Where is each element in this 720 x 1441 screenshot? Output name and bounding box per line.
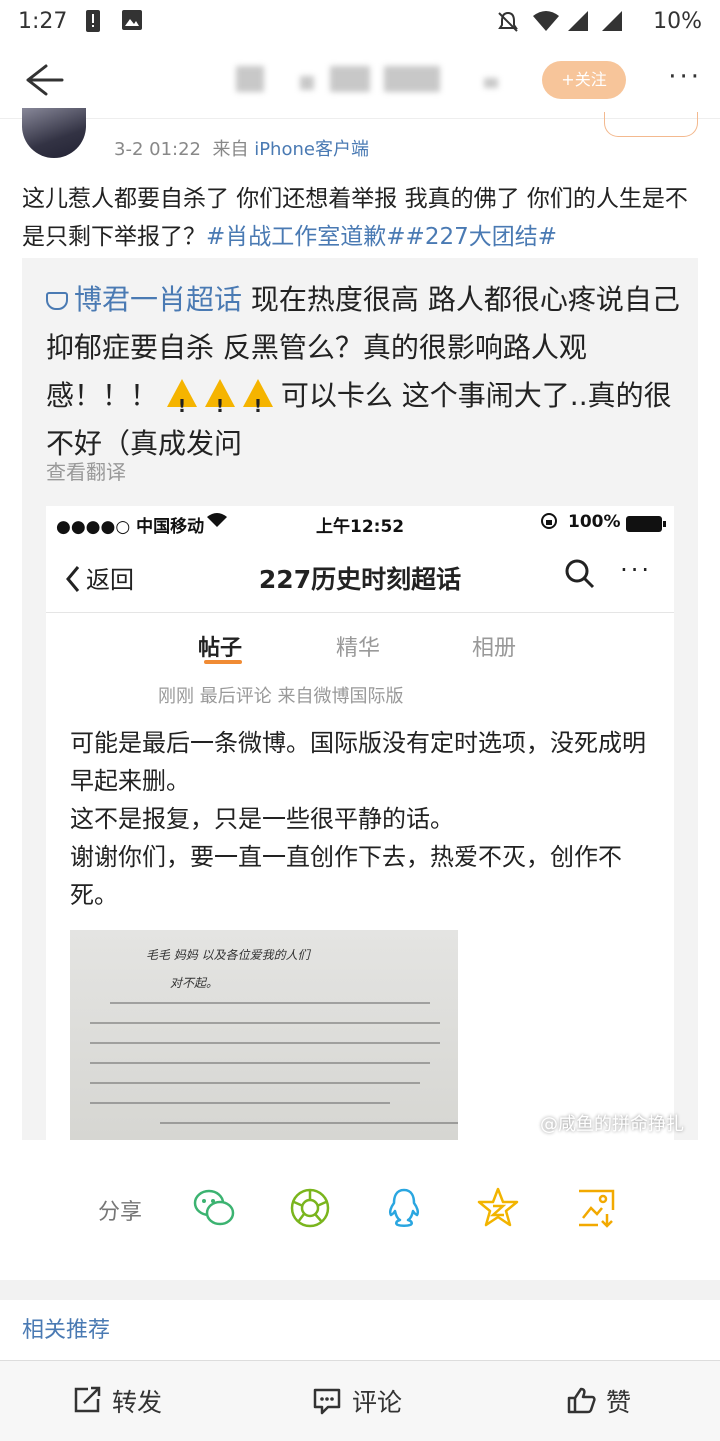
view-translation-link[interactable]: 查看翻译 <box>46 456 126 485</box>
back-arrow-icon[interactable] <box>16 54 68 106</box>
embedded-time: 上午12:52 <box>316 517 405 537</box>
blurred-username-part <box>384 66 440 92</box>
author-row: 3-2 01:22 来自 iPhone客户端 <box>0 108 720 174</box>
follow-button[interactable]: +关注 <box>542 61 626 99</box>
handwriting-line <box>90 1062 430 1064</box>
warning-icon <box>204 379 235 431</box>
embedded-battery-icon <box>626 516 666 537</box>
blurred-username-part <box>484 78 498 88</box>
tab-posts[interactable]: 帖子 <box>198 630 242 662</box>
comment-icon <box>313 1388 341 1415</box>
share-row: 分享 <box>0 1180 720 1244</box>
status-bar: 1:27 10% <box>0 0 720 44</box>
avatar[interactable] <box>22 108 86 158</box>
like-button[interactable]: 赞 <box>566 1383 631 1419</box>
repost-text: 博君一肖超话 现在热度很高 路人都很心疼说自己抑郁症要自杀 反黑管么？真的很影响… <box>46 276 686 468</box>
signal-icon <box>566 10 590 37</box>
top-nav-bar: +关注 ··· <box>0 44 720 119</box>
post-client[interactable]: iPhone客户端 <box>254 139 369 160</box>
embedded-screenshot[interactable]: ●●●●○ 中国移动 上午12:52 100% 返回 227历史时刻超话 ··· <box>46 506 674 1140</box>
embedded-tabs: 帖子 精华 相册 <box>46 618 674 668</box>
post-text: 这儿惹人都要自杀了 你们还想着举报 我真的佛了 你们的人生是不是只剩下举报了？#… <box>22 180 702 256</box>
related-recommendations-link[interactable]: 相关推荐 <box>22 1312 110 1344</box>
mute-icon <box>496 10 520 39</box>
letter-salutation: 毛毛 妈妈 以及各位爱我的人们 <box>146 948 310 962</box>
image-watermark: @咸鱼的拼命挣扎 <box>540 1114 684 1135</box>
blurred-username-part <box>300 76 314 90</box>
repost-icon <box>74 1386 101 1413</box>
image-icon <box>122 10 142 35</box>
tab-album[interactable]: 相册 <box>472 630 516 662</box>
super-topic-link[interactable]: 博君一肖超话 <box>46 283 242 316</box>
save-image-icon[interactable] <box>574 1186 618 1230</box>
embedded-post-meta: 刚刚 最后评论 来自微博国际版 <box>158 686 404 707</box>
wechat-icon[interactable] <box>192 1186 236 1230</box>
handwriting-line <box>90 1102 390 1104</box>
embedded-carrier: ●●●●○ 中国移动 <box>56 517 205 537</box>
handwriting-line <box>160 1122 458 1124</box>
tab-featured[interactable]: 精华 <box>336 630 380 662</box>
post-date: 3-2 01:22 <box>114 139 201 160</box>
embedded-status-bar: ●●●●○ 中国移动 上午12:52 100% <box>46 506 674 540</box>
warning-icon <box>242 379 273 431</box>
section-divider <box>0 1280 720 1300</box>
wifi-icon <box>532 10 560 37</box>
follow-outline-button[interactable] <box>604 112 698 137</box>
bottom-action-bar: 转发 评论 赞 <box>0 1360 720 1441</box>
handwritten-letter-photo[interactable]: 毛毛 妈妈 以及各位爱我的人们 对不起。 <box>70 930 458 1140</box>
from-label: 来自 <box>212 139 249 160</box>
embedded-battery: 100% <box>568 512 621 532</box>
moments-icon[interactable] <box>288 1186 332 1230</box>
qzone-star-icon[interactable] <box>476 1186 520 1230</box>
embedded-nav-bar: 返回 227历史时刻超话 ··· <box>46 540 674 613</box>
qq-icon[interactable] <box>382 1186 426 1230</box>
embedded-lock-icon <box>540 512 558 535</box>
blurred-username-part <box>330 66 370 92</box>
comment-button[interactable]: 评论 <box>312 1383 402 1419</box>
status-time: 1:27 <box>18 9 68 34</box>
post-meta: 3-2 01:22 来自 iPhone客户端 <box>114 135 369 161</box>
search-icon[interactable] <box>564 558 596 590</box>
handwriting-line <box>90 1042 440 1044</box>
battery-level: 10% <box>653 9 702 34</box>
handwriting-line <box>90 1082 420 1084</box>
alert-icon <box>86 10 100 37</box>
more-options-icon[interactable]: ··· <box>668 62 702 92</box>
super-topic-icon <box>46 292 68 310</box>
embedded-wifi-icon <box>206 512 228 533</box>
active-tab-indicator <box>204 660 242 664</box>
repost-button[interactable]: 转发 <box>72 1383 162 1419</box>
letter-apology: 对不起。 <box>170 976 219 990</box>
warning-icon <box>166 379 197 431</box>
repost-card[interactable]: 博君一肖超话 现在热度很高 路人都很心疼说自己抑郁症要自杀 反黑管么？真的很影响… <box>22 258 698 1140</box>
blurred-username <box>236 66 264 92</box>
handwriting-line <box>90 1022 440 1024</box>
embedded-more-icon[interactable]: ··· <box>620 556 652 584</box>
post-hashtags[interactable]: #肖战工作室道歉##227大团结# <box>206 224 557 250</box>
thumbs-up-icon <box>567 1387 596 1414</box>
signal-icon-2 <box>600 10 624 37</box>
embedded-post-body: 可能是最后一条微博。国际版没有定时选项，没死成明早起来删。 这不是报复，只是一些… <box>70 729 646 909</box>
handwriting-line <box>110 1002 430 1004</box>
share-label: 分享 <box>98 1200 143 1225</box>
